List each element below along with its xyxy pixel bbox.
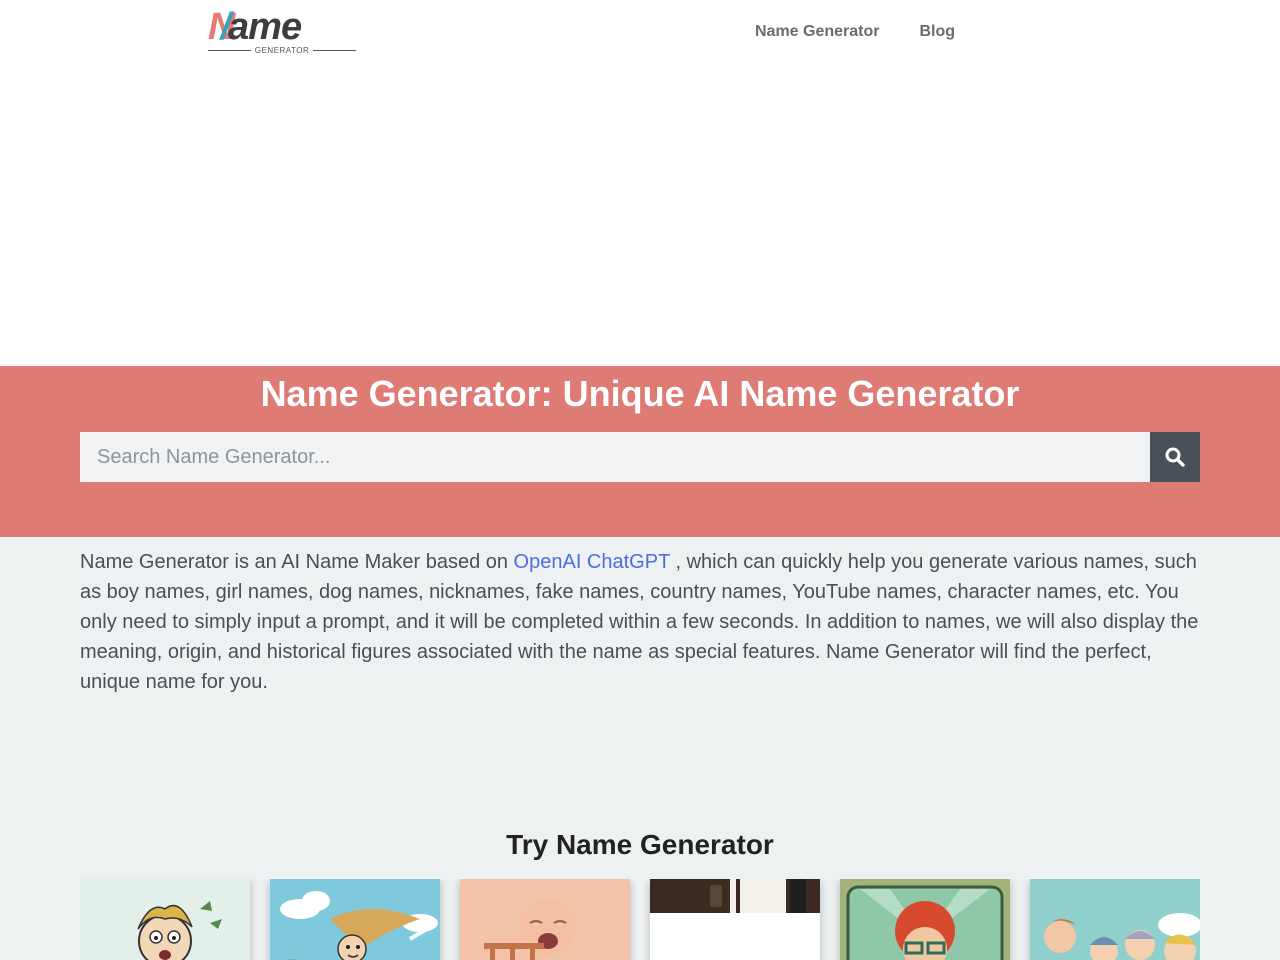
- site-logo[interactable]: N/ame GENERATOR: [208, 8, 360, 56]
- logo-sub-text: GENERATOR: [254, 45, 310, 55]
- try-section-title: Try Name Generator: [506, 829, 774, 860]
- generator-card-running-girl[interactable]: [270, 879, 440, 960]
- site-header: N/ame GENERATOR Name Generator Blog: [0, 0, 1280, 70]
- intro-paragraph: Name Generator is an AI Name Maker based…: [80, 547, 1200, 697]
- generator-card-red-haired-man[interactable]: [840, 879, 1010, 960]
- generator-card-crying-baby[interactable]: [460, 879, 630, 960]
- cartoon-group-of-kids-image: [1030, 879, 1200, 960]
- cartoon-screaming-boy-image: [80, 879, 250, 960]
- main-content: Name Generator is an AI Name Maker based…: [0, 537, 1280, 960]
- generator-card-list: [80, 879, 1200, 960]
- generator-card-screaming-boy[interactable]: [80, 879, 250, 960]
- hero-banner: Name Generator: Unique AI Name Generator: [0, 366, 1280, 537]
- search-icon: [1165, 447, 1185, 467]
- nav-link-name-generator[interactable]: Name Generator: [755, 22, 880, 42]
- openai-chatgpt-link[interactable]: OpenAI ChatGPT: [514, 551, 670, 573]
- search-button[interactable]: [1150, 432, 1200, 482]
- intro-text-start: Name Generator is an AI Name Maker based…: [80, 551, 514, 573]
- cartoon-red-haired-man-image: [840, 879, 1010, 960]
- logo-wordmark: N/ame: [208, 6, 302, 48]
- search-form: [80, 432, 1200, 482]
- cartoon-running-girl-image: [270, 879, 440, 960]
- room-interior-image: [650, 879, 820, 960]
- logo-text-rest: ame: [228, 6, 302, 48]
- ad-space: [0, 70, 1280, 366]
- generator-card-room-interior[interactable]: [650, 879, 820, 960]
- generator-card-group-of-kids[interactable]: [1030, 879, 1200, 960]
- nav-link-blog[interactable]: Blog: [920, 22, 956, 42]
- main-nav: Name Generator Blog: [755, 22, 955, 42]
- cartoon-crying-baby-image: [460, 879, 630, 960]
- page-title: Name Generator: Unique AI Name Generator: [260, 373, 1020, 414]
- logo-subtitle: GENERATOR: [208, 44, 356, 56]
- search-input[interactable]: [80, 432, 1150, 482]
